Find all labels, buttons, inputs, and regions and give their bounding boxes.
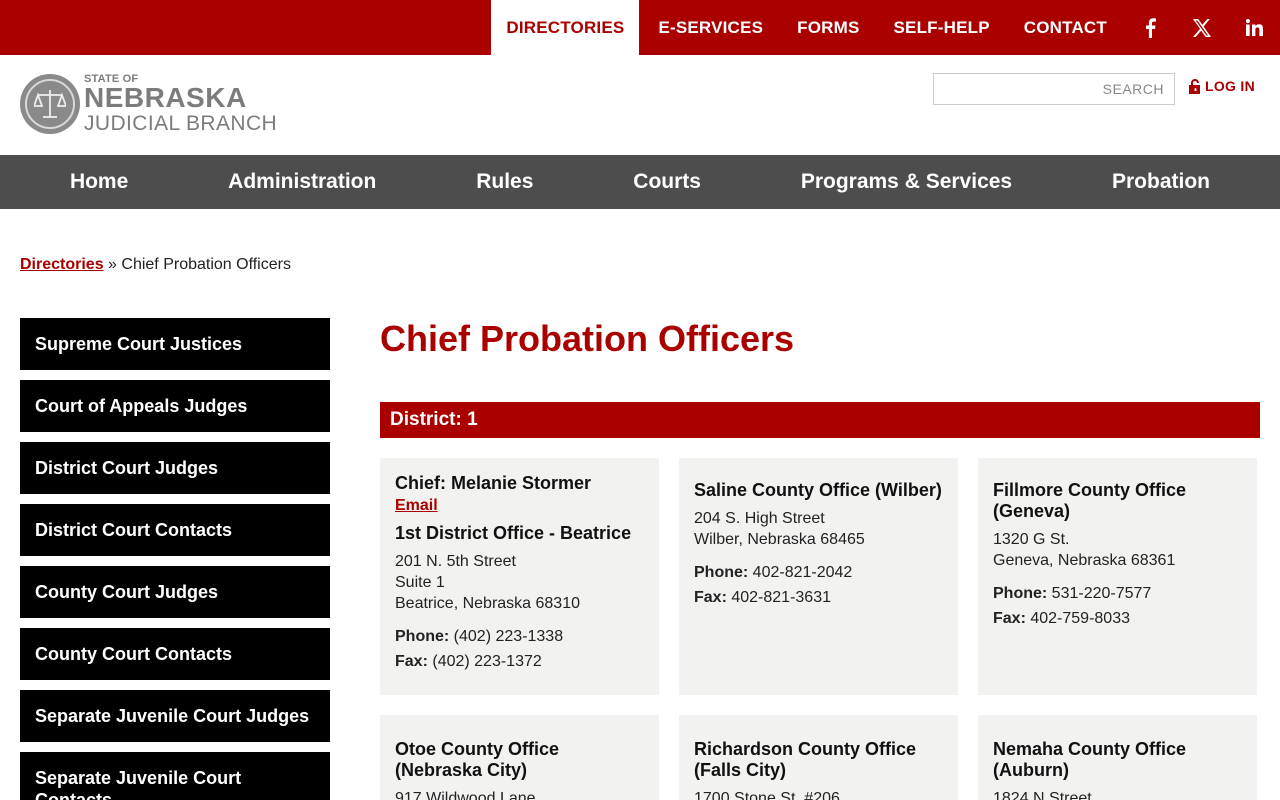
office-name: Richardson County Office (Falls City) (694, 739, 917, 780)
utility-nav: DIRECTORIES E-SERVICES FORMS SELF-HELP C… (491, 0, 1280, 55)
facebook-icon[interactable] (1124, 0, 1176, 55)
utility-nav-forms[interactable]: FORMS (780, 0, 876, 55)
contact-numbers: Phone: 402-821-2042 Fax: 402-821-3631 (694, 560, 943, 610)
chief-label: Chief: (395, 473, 446, 493)
main-nav-probation[interactable]: Probation (1112, 170, 1210, 194)
phone-number[interactable]: (402) 223-1338 (454, 628, 563, 645)
office-name: Fillmore County Office (Geneva) (993, 480, 1187, 521)
sidebar-item-supreme-court-justices[interactable]: Supreme Court Justices (20, 318, 330, 370)
chief-name: Melanie Stormer (451, 473, 592, 493)
address-line: 1700 Stone St. #206 (694, 790, 840, 800)
fax-label: Fax: (395, 653, 428, 670)
sidebar-item-separate-juvenile-court-contacts[interactable]: Separate Juvenile Court Contacts (20, 752, 330, 800)
office-card: Nemaha County Office (Auburn) 1824 N Str… (978, 715, 1257, 800)
office-address: 201 N. 5th Street Suite 1 Beatrice, Nebr… (395, 551, 644, 614)
fax-number: 402-821-3631 (731, 589, 831, 606)
sidebar-item-district-court-judges[interactable]: District Court Judges (20, 442, 330, 494)
address-line: 1320 G St. (993, 531, 1070, 548)
email-link[interactable]: Email (395, 497, 644, 515)
office-address: 1700 Stone St. #206 (694, 788, 943, 800)
sidebar: Supreme Court Justices Court of Appeals … (20, 318, 330, 800)
fax-number: 402-759-8033 (1030, 610, 1130, 627)
phone-label: Phone: (993, 585, 1048, 602)
main-nav-courts[interactable]: Courts (633, 170, 701, 194)
utility-nav-e-services[interactable]: E-SERVICES (641, 0, 780, 55)
phone-label: Phone: (395, 628, 450, 645)
main-nav-administration[interactable]: Administration (228, 170, 376, 194)
login-label: LOG IN (1205, 78, 1256, 94)
address-line: 204 S. High Street (694, 510, 825, 527)
main-nav: Home Administration Rules Courts Program… (0, 155, 1280, 209)
logo-line-judicial-branch: JUDICIAL BRANCH (84, 112, 278, 135)
utility-nav-self-help[interactable]: SELF-HELP (877, 0, 1007, 55)
logo-wordmark: STATE OF NEBRASKA JUDICIAL BRANCH (84, 74, 278, 135)
sidebar-item-county-court-contacts[interactable]: County Court Contacts (20, 628, 330, 680)
lock-icon (1189, 78, 1200, 94)
office-address: 204 S. High Street Wilber, Nebraska 6846… (694, 508, 943, 550)
office-name: Nemaha County Office (Auburn) (993, 739, 1187, 780)
contact-numbers: Phone: 531-220-7577 Fax: 402-759-8033 (993, 581, 1242, 631)
page-title: Chief Probation Officers (380, 318, 795, 359)
address-line: 917 Wildwood Lane (395, 790, 536, 800)
contact-numbers: Phone: (402) 223-1338 Fax: (402) 223-137… (395, 624, 644, 674)
address-line: 1824 N Street (993, 790, 1092, 800)
linkedin-icon[interactable] (1228, 0, 1280, 55)
office-card: Chief: Melanie Stormer Email 1st Distric… (380, 458, 659, 695)
sidebar-item-county-court-judges[interactable]: County Court Judges (20, 566, 330, 618)
x-icon[interactable] (1176, 0, 1228, 55)
state-seal-icon (20, 74, 80, 134)
office-card: Fillmore County Office (Geneva) 1320 G S… (978, 458, 1257, 695)
office-address: 917 Wildwood Lane (395, 788, 644, 800)
office-card: Otoe County Office (Nebraska City) 917 W… (380, 715, 659, 800)
breadcrumb-current: Chief Probation Officers (121, 256, 291, 273)
sidebar-item-court-of-appeals-judges[interactable]: Court of Appeals Judges (20, 380, 330, 432)
fax-number: (402) 223-1372 (432, 653, 542, 670)
fax-label: Fax: (694, 589, 727, 606)
breadcrumb: Directories » Chief Probation Officers (20, 256, 291, 274)
phone-number[interactable]: 402-821-2042 (753, 564, 853, 581)
main-nav-home[interactable]: Home (70, 170, 128, 194)
sidebar-item-district-court-contacts[interactable]: District Court Contacts (20, 504, 330, 556)
office-address: 1824 N Street (993, 788, 1242, 800)
district-header: District: 1 (380, 402, 1260, 438)
address-line: 201 N. 5th Street (395, 553, 516, 570)
chief-heading: Chief: Melanie Stormer (395, 473, 644, 494)
logo-line-nebraska: NEBRASKA (84, 82, 247, 113)
fax-label: Fax: (993, 610, 1026, 627)
breadcrumb-link-directories[interactable]: Directories (20, 256, 104, 273)
address-line: Beatrice, Nebraska 68310 (395, 595, 580, 612)
address-line: Wilber, Nebraska 68465 (694, 531, 865, 548)
address-line: Geneva, Nebraska 68361 (993, 552, 1176, 569)
sidebar-item-separate-juvenile-court-judges[interactable]: Separate Juvenile Court Judges (20, 690, 330, 742)
breadcrumb-separator: » (103, 256, 122, 273)
main-nav-programs-services[interactable]: Programs & Services (801, 170, 1012, 194)
utility-nav-directories[interactable]: DIRECTORIES (491, 0, 640, 55)
site-logo[interactable]: STATE OF NEBRASKA JUDICIAL BRANCH (20, 72, 280, 136)
main-nav-rules[interactable]: Rules (476, 170, 533, 194)
address-line: Suite 1 (395, 574, 445, 591)
office-address: 1320 G St. Geneva, Nebraska 68361 (993, 529, 1242, 571)
phone-number[interactable]: 531-220-7577 (1052, 585, 1152, 602)
office-name: Saline County Office (Wilber) (694, 480, 942, 500)
search-input[interactable] (933, 73, 1175, 105)
phone-label: Phone: (694, 564, 749, 581)
utility-nav-contact[interactable]: CONTACT (1007, 0, 1124, 55)
login-link[interactable]: LOG IN (1189, 78, 1255, 94)
office-name: Otoe County Office (Nebraska City) (395, 739, 560, 780)
office-card: Richardson County Office (Falls City) 17… (679, 715, 958, 800)
office-name: 1st District Office - Beatrice (395, 523, 632, 543)
office-card: Saline County Office (Wilber) 204 S. Hig… (679, 458, 958, 695)
